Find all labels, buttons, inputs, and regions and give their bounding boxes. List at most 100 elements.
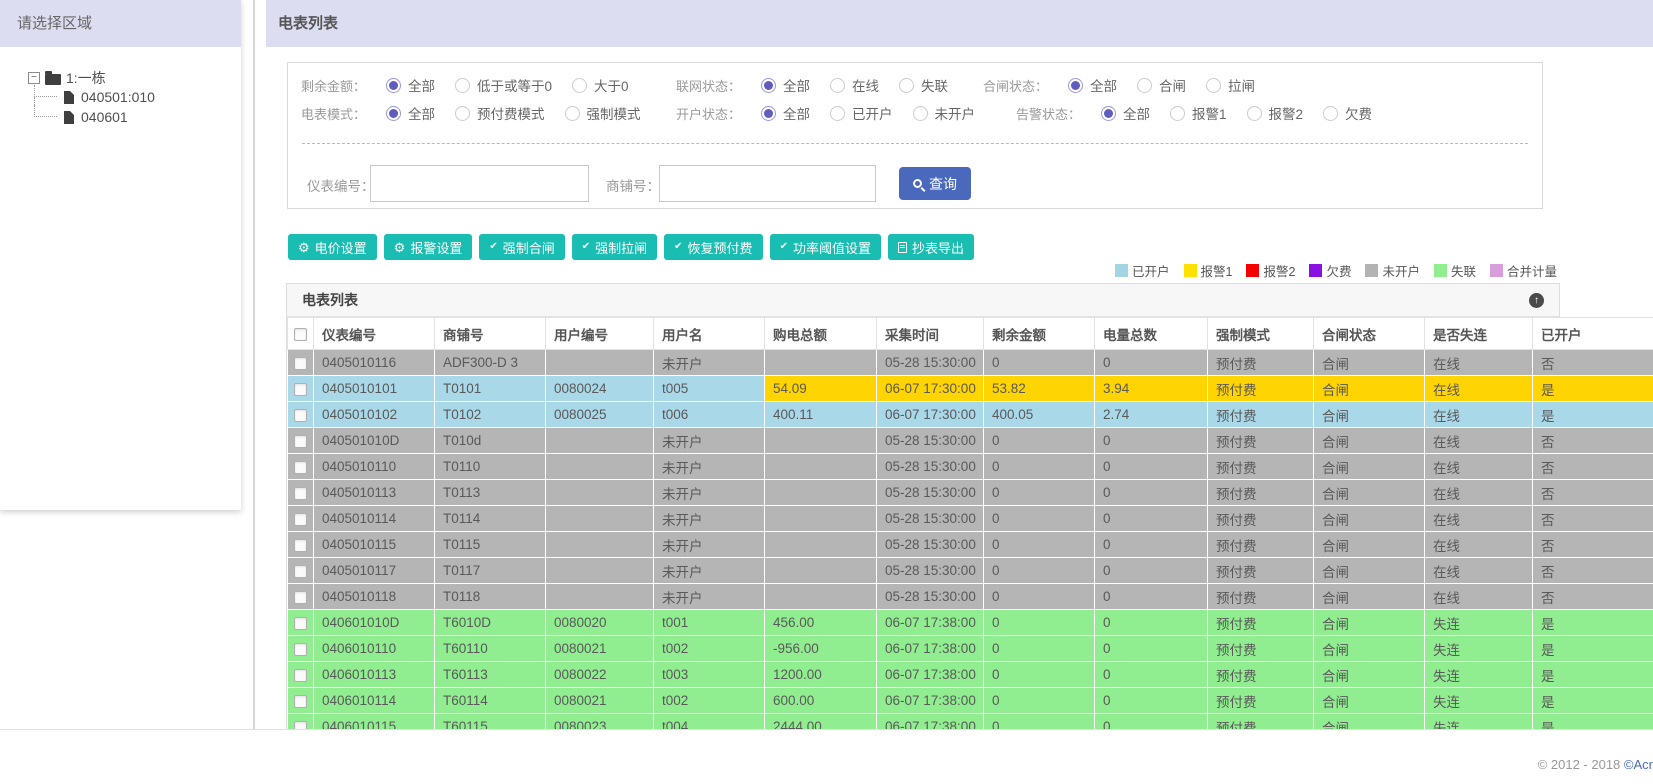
action-button[interactable]: ⚙ 电价设置 (288, 234, 377, 260)
table-row[interactable]: 0405010118 T0118 未开户 05-28 15:30:00 0 0 预付费 合闸在… (287, 583, 1653, 610)
action-button[interactable]: ⚙ 报警设置 (383, 234, 473, 260)
radio-option[interactable]: 预付费模式 (455, 103, 545, 123)
table-row[interactable]: 0405010115 T0115 未开户 05-28 15:30:00 0 0 预付费 合闸在… (287, 531, 1653, 558)
radio-icon[interactable] (1137, 77, 1153, 93)
column-header[interactable]: 购电总额 (764, 317, 877, 350)
table-row[interactable]: 0405010114 T0114 未开户 05-28 15:30:00 0 0 预付费 合闸在… (287, 505, 1653, 532)
column-header[interactable]: 采集时间 (876, 317, 984, 350)
table-row[interactable]: 0405010113 T0113 未开户 05-28 15:30:00 0 0 预付费 合闸在… (287, 479, 1653, 506)
radio-icon[interactable] (1170, 105, 1186, 121)
radio-icon[interactable] (572, 77, 588, 93)
meter-no-input[interactable] (370, 165, 589, 202)
radio-option[interactable]: 低于或等于0 (455, 75, 552, 95)
radio-icon[interactable] (830, 77, 846, 93)
row-checkbox[interactable] (294, 486, 307, 500)
radio-icon[interactable] (761, 105, 777, 121)
copyright-link[interactable]: ©Acr (1624, 757, 1653, 772)
radio-option[interactable]: 报警1 (1170, 103, 1227, 123)
table-row[interactable]: 040601010D T6010D 0080020 t001 456.00 06-07 1… (287, 609, 1653, 636)
table-row[interactable]: 0406010113 T60113 0080022 t003 1200.00 06-07 … (287, 661, 1653, 688)
query-button[interactable]: 查询 (899, 167, 971, 200)
row-checkbox[interactable] (294, 668, 307, 682)
column-header[interactable]: 已开户 (1532, 317, 1653, 350)
radio-option[interactable]: 报警2 (1246, 103, 1303, 123)
row-checkbox[interactable] (294, 356, 307, 370)
table-row[interactable]: 0405010101 T0101 0080024 t005 54.09 06-07 17:… (287, 375, 1653, 402)
action-button[interactable]: ✔ 恢复预付费 (664, 234, 763, 260)
radio-option[interactable]: 大于0 (572, 75, 629, 95)
column-header[interactable]: 用户编号 (545, 317, 654, 350)
radio-icon[interactable] (1068, 77, 1084, 93)
radio-icon[interactable] (899, 77, 915, 93)
tree-node-label[interactable]: 040501:010 (81, 89, 155, 105)
tree-node-label[interactable]: 040601 (81, 109, 128, 125)
radio-option[interactable]: 欠费 (1323, 103, 1372, 123)
column-header[interactable]: 仪表编号 (313, 317, 435, 350)
table-row[interactable]: 0406010115 T60115 0080023 t004 2444.00 06-07 … (287, 713, 1653, 729)
row-checkbox[interactable] (294, 460, 307, 474)
table-row[interactable]: 0406010114 T60114 0080021 t002 600.00 06-07 1… (287, 687, 1653, 714)
row-checkbox[interactable] (294, 720, 307, 729)
radio-icon[interactable] (1101, 105, 1117, 121)
tree-node[interactable]: 040501:010 (34, 85, 241, 109)
collapse-up-icon[interactable]: ↑ (1529, 292, 1544, 308)
table-row[interactable]: 0405010117 T0117 未开户 05-28 15:30:00 0 0 预付费 合闸在… (287, 557, 1653, 584)
row-checkbox[interactable] (294, 642, 307, 656)
radio-icon[interactable] (1246, 105, 1262, 121)
radio-option[interactable]: 全部 (386, 103, 435, 123)
collapse-minus-icon[interactable]: − (28, 72, 40, 84)
row-checkbox[interactable] (294, 408, 307, 422)
row-checkbox[interactable] (294, 434, 307, 448)
radio-icon[interactable] (386, 77, 402, 93)
action-button[interactable]: ✔ 功率阈值设置 (769, 234, 881, 260)
column-header[interactable]: 剩余金额 (983, 317, 1095, 350)
radio-option[interactable]: 全部 (761, 75, 810, 95)
shop-no-input[interactable] (659, 165, 876, 202)
radio-option[interactable]: 全部 (761, 103, 810, 123)
row-checkbox[interactable] (294, 564, 307, 578)
action-button[interactable]: ✔ 强制合闸 (479, 234, 565, 260)
select-all-checkbox[interactable] (294, 327, 307, 341)
row-checkbox[interactable] (294, 538, 307, 552)
tree-root-node[interactable]: − 1:一栋 (28, 69, 241, 87)
radio-option[interactable]: 强制模式 (564, 103, 641, 123)
radio-icon[interactable] (455, 77, 471, 93)
table-row[interactable]: 0405010116 ADF300-D 3 未开户 05-28 15:30:00 0 0 预… (287, 349, 1653, 376)
tree-node[interactable]: 040601 (34, 105, 241, 127)
radio-option[interactable]: 已开户 (830, 103, 893, 123)
radio-option[interactable]: 未开户 (912, 103, 975, 123)
radio-icon[interactable] (1323, 105, 1339, 121)
column-header[interactable]: 电量总数 (1094, 317, 1208, 350)
table-row[interactable]: 040501010D T010d 未开户 05-28 15:30:00 0 0 预付费 合闸在… (287, 427, 1653, 454)
row-checkbox[interactable] (294, 616, 307, 630)
radio-option[interactable]: 全部 (1068, 75, 1117, 95)
tree-root-label[interactable]: 1:一栋 (66, 68, 106, 88)
radio-option[interactable]: 失联 (899, 75, 948, 95)
action-button[interactable]: 抄表导出 (887, 234, 974, 260)
radio-icon[interactable] (912, 105, 928, 121)
radio-option[interactable]: 全部 (386, 75, 435, 95)
radio-icon[interactable] (386, 105, 402, 121)
action-button[interactable]: ✔ 强制拉闸 (571, 234, 658, 260)
column-header[interactable]: 强制模式 (1207, 317, 1314, 350)
column-header[interactable]: 商铺号 (434, 317, 546, 350)
row-checkbox[interactable] (294, 590, 307, 604)
radio-icon[interactable] (761, 77, 777, 93)
row-checkbox[interactable] (294, 512, 307, 526)
table-row[interactable]: 0405010110 T0110 未开户 05-28 15:30:00 0 0 预付费 合闸在… (287, 453, 1653, 480)
radio-option[interactable]: 在线 (830, 75, 879, 95)
radio-option[interactable]: 合闸 (1137, 75, 1186, 95)
radio-option[interactable]: 拉闸 (1206, 75, 1255, 95)
radio-icon[interactable] (564, 105, 580, 121)
column-header[interactable]: 合闸状态 (1313, 317, 1425, 350)
table-row[interactable]: 0406010110 T60110 0080021 t002 -956.00 06-07 … (287, 635, 1653, 662)
radio-icon[interactable] (455, 105, 471, 121)
row-checkbox[interactable] (294, 694, 307, 708)
row-checkbox[interactable] (294, 382, 307, 396)
column-header[interactable]: 用户名 (653, 317, 765, 350)
column-header[interactable]: 是否失连 (1424, 317, 1533, 350)
radio-option[interactable]: 全部 (1101, 103, 1150, 123)
radio-icon[interactable] (1206, 77, 1222, 93)
radio-icon[interactable] (830, 105, 846, 121)
table-row[interactable]: 0405010102 T0102 0080025 t006 400.11 06-07 17… (287, 401, 1653, 428)
